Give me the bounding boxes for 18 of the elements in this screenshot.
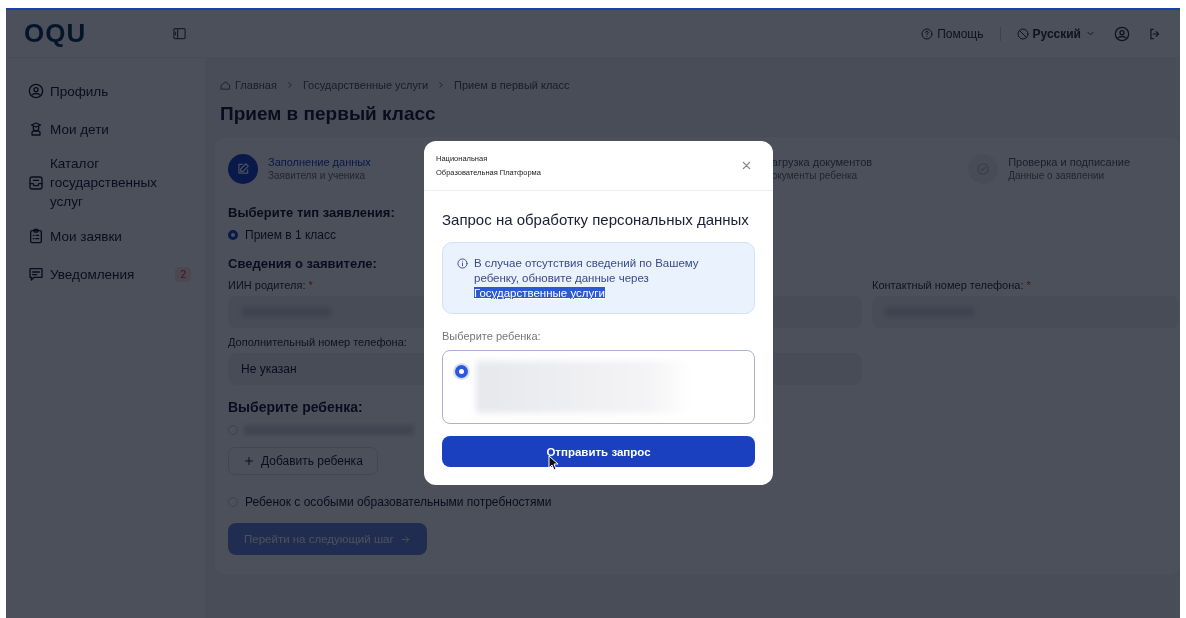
field-label: Выберите ребенка: — [442, 330, 542, 342]
info-text: В случае отсутствия сведений по Вашему ребенку, обновите данные через Государственные услуги — [474, 256, 700, 301]
section-heading: Выберите ребенка: — [228, 399, 363, 415]
close-icon — [740, 159, 753, 172]
field-label: Дополнительный номер телефона: — [228, 336, 407, 348]
section-heading: Выберите тип заявления: — [228, 205, 395, 220]
step-title: Заполнение данных — [268, 156, 371, 169]
required-mark: * — [308, 279, 313, 291]
field-label: ИИН родителя: — [228, 279, 306, 291]
section-heading: Сведения о заявителе: — [228, 256, 377, 271]
services-link[interactable]: Государственные услуги — [474, 287, 605, 299]
field-label: Контактный номер телефона: — [872, 279, 1024, 291]
submit-button[interactable]: Отправить запрос — [442, 436, 755, 467]
page-title: Прием в первый класс — [220, 103, 437, 125]
info-icon — [457, 258, 468, 269]
modal-title: Запрос на обработку персональных данных — [442, 211, 750, 228]
required-mark: * — [1026, 279, 1031, 291]
radio-button[interactable] — [455, 365, 468, 378]
